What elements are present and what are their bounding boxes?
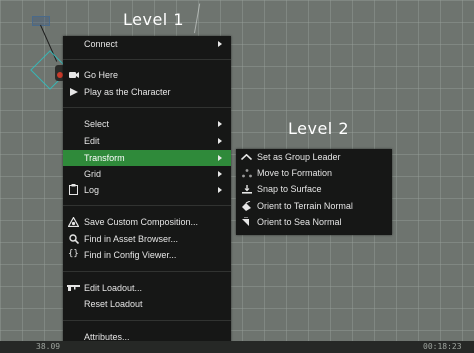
menu-item-transform[interactable]: Transform xyxy=(63,150,231,166)
submenu-item-label: Orient to Sea Normal xyxy=(257,217,342,227)
menu-separator xyxy=(63,205,231,206)
menu-item-edit-loadout[interactable]: Edit Loadout... xyxy=(63,280,231,296)
menu-item-save-custom-composition[interactable]: Save Custom Composition... xyxy=(63,214,231,230)
menu-item-label: Log xyxy=(84,185,100,195)
menu-item-label: Find in Config Viewer... xyxy=(84,250,177,260)
submenu-item-snap-to-surface[interactable]: Snap to Surface xyxy=(236,181,392,197)
submenu-item-set-as-group-leader[interactable]: Set as Group Leader xyxy=(236,149,392,165)
terrain-normal-icon xyxy=(242,201,251,211)
menu-item-find-in-config-viewer[interactable]: {} Find in Config Viewer... xyxy=(63,247,231,263)
submenu-arrow-icon xyxy=(218,171,222,177)
leader-icon xyxy=(241,154,252,160)
menu-item-select[interactable]: Select xyxy=(63,116,231,132)
submenu-item-label: Set as Group Leader xyxy=(257,152,341,162)
submenu-item-orient-to-terrain-normal[interactable]: Orient to Terrain Normal xyxy=(236,198,392,214)
submenu-item-label: Orient to Terrain Normal xyxy=(257,201,353,211)
status-time: 00:18:23 xyxy=(423,342,462,351)
rifle-icon xyxy=(67,285,80,291)
menu-item-label: Grid xyxy=(84,169,102,179)
play-icon xyxy=(70,88,78,96)
menu-separator xyxy=(63,271,231,272)
menu-item-find-in-asset-browser[interactable]: Find in Asset Browser... xyxy=(63,231,231,247)
level-1-annotation: Level 1 xyxy=(123,10,184,29)
braces-icon: {} xyxy=(68,249,79,259)
menu-separator xyxy=(63,320,231,321)
composition-icon xyxy=(68,217,79,227)
menu-item-label: Edit xyxy=(84,136,100,146)
submenu-item-orient-to-sea-normal[interactable]: Orient to Sea Normal xyxy=(236,214,392,230)
scene-line xyxy=(194,3,201,34)
submenu-arrow-icon xyxy=(218,155,222,161)
submenu-arrow-icon xyxy=(218,138,222,144)
menu-item-label: Find in Asset Browser... xyxy=(84,234,179,244)
magnifier-icon xyxy=(69,234,79,244)
submenu-item-move-to-formation[interactable]: Move to Formation xyxy=(236,165,392,181)
clipboard-icon xyxy=(69,184,78,195)
menu-item-grid[interactable]: Grid xyxy=(63,166,231,182)
formation-icon xyxy=(242,169,252,178)
menu-item-go-here[interactable]: Go Here xyxy=(63,67,231,83)
menu-item-label: Play as the Character xyxy=(84,87,171,97)
menu-item-label: Reset Loadout xyxy=(84,299,143,309)
sea-normal-icon xyxy=(242,217,249,226)
menu-item-connect[interactable]: Connect xyxy=(63,36,231,52)
menu-item-label: Transform xyxy=(84,153,125,163)
snap-surface-icon xyxy=(242,185,252,194)
menu-item-log[interactable]: Log xyxy=(63,182,231,198)
menu-item-play-as-character[interactable]: Play as the Character xyxy=(63,84,231,100)
menu-item-label: Edit Loadout... xyxy=(84,283,143,293)
menu-item-label: Save Custom Composition... xyxy=(84,217,199,227)
submenu-item-label: Move to Formation xyxy=(257,168,333,178)
menu-item-label: Go Here xyxy=(84,70,119,80)
submenu-arrow-icon xyxy=(218,187,222,193)
menu-item-label: Connect xyxy=(84,39,118,49)
menu-item-reset-loadout[interactable]: Reset Loadout xyxy=(63,296,231,312)
menu-item-edit[interactable]: Edit xyxy=(63,133,231,149)
transform-submenu: Set as Group Leader Move to Formation Sn… xyxy=(236,149,392,235)
camera-icon xyxy=(69,72,79,78)
status-left-value: 38.09 xyxy=(36,342,61,351)
submenu-arrow-icon xyxy=(218,121,222,127)
menu-separator xyxy=(63,107,231,108)
level-2-annotation: Level 2 xyxy=(288,119,349,138)
submenu-arrow-icon xyxy=(218,41,222,47)
context-menu: Connect Go Here Play as the Character Se… xyxy=(63,36,231,346)
menu-item-label: Select xyxy=(84,119,110,129)
menu-separator xyxy=(63,59,231,60)
status-bar: 38.09 00:18:23 xyxy=(0,341,474,353)
submenu-item-label: Snap to Surface xyxy=(257,184,322,194)
